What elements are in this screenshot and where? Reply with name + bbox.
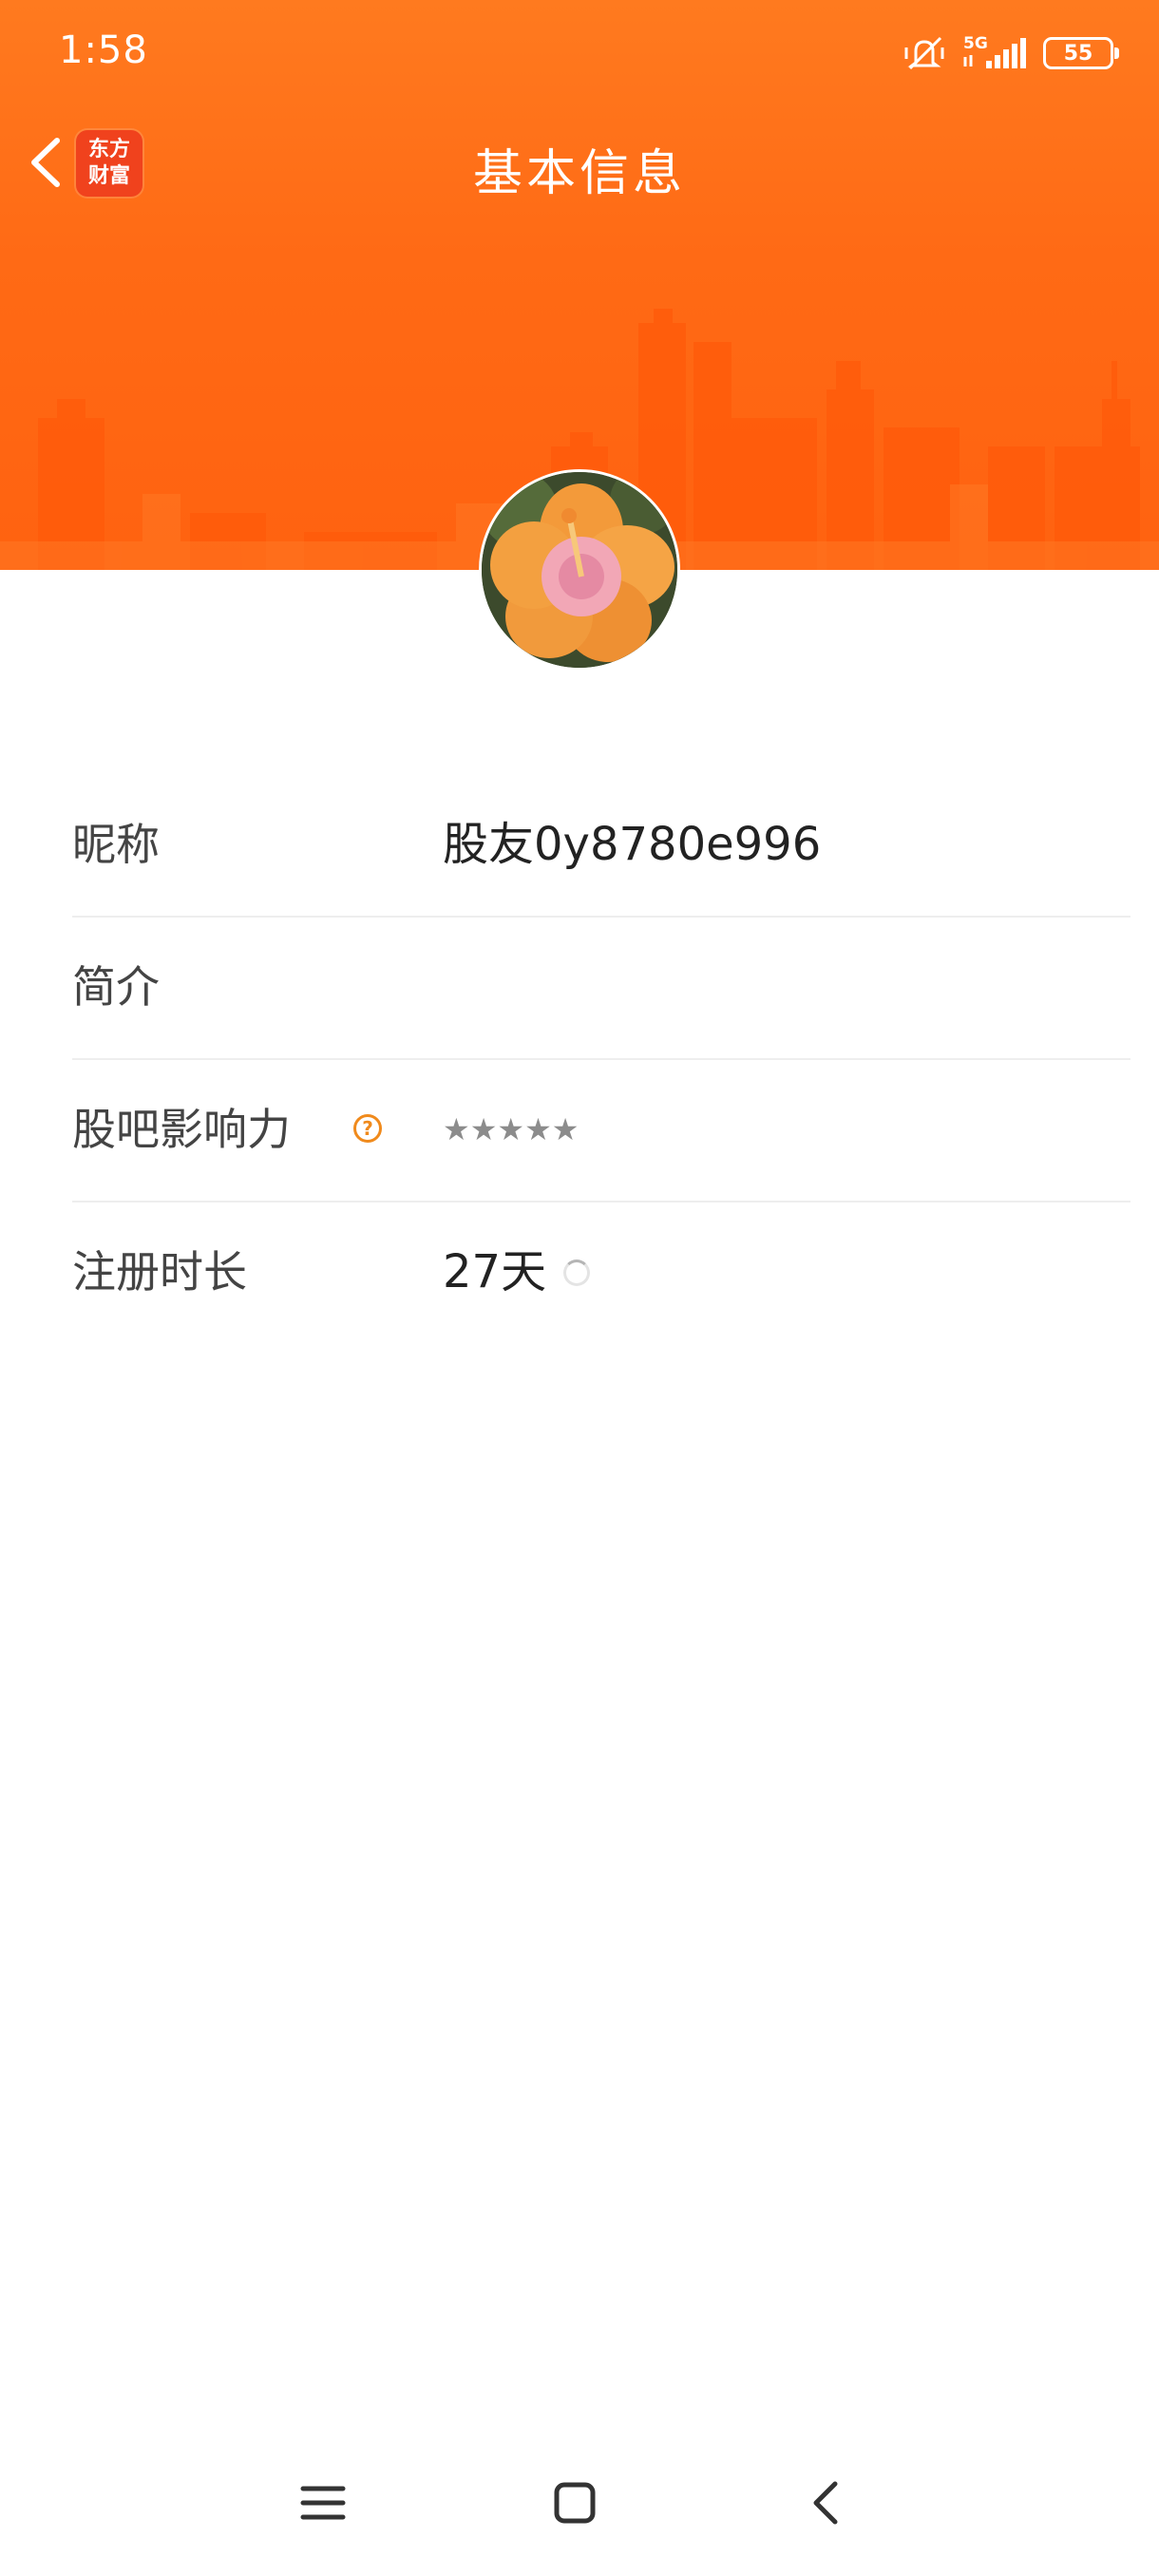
registration-value: 27天: [443, 1245, 547, 1298]
vibrate-off-icon: [904, 36, 944, 70]
bio-label: 简介: [72, 961, 160, 1013]
back-icon[interactable]: [786, 2460, 871, 2546]
nickname-value: 股友0y8780e996: [443, 818, 822, 871]
profile-row-influence[interactable]: 股吧影响力 ? ★★★★★: [72, 1058, 1130, 1203]
influence-stars: ★★★★★: [443, 1111, 580, 1147]
system-nav-bar: [0, 2432, 1159, 2576]
profile-row-bio[interactable]: 简介: [72, 916, 1130, 1060]
profile-row-nickname[interactable]: 昵称 股友0y8780e996: [72, 773, 1130, 918]
registration-label: 注册时长: [72, 1246, 247, 1297]
battery-level: 55: [1063, 41, 1093, 66]
status-time: 1:58: [59, 28, 148, 72]
avatar[interactable]: [479, 469, 680, 671]
profile-row-registration: 注册时长 27天: [72, 1201, 1130, 1343]
signal-5g-icon: 5G: [963, 34, 1026, 68]
status-icons: 5G 55: [902, 28, 1119, 78]
influence-label: 股吧影响力: [72, 1104, 291, 1155]
network-label: 5G: [963, 34, 988, 53]
menu-icon[interactable]: [280, 2460, 366, 2546]
avatar-flower-image: [482, 472, 677, 668]
status-bar: 1:58 5G 55: [0, 0, 1159, 104]
battery-icon: 55: [1043, 37, 1119, 69]
page-title: 基本信息: [472, 145, 686, 202]
home-icon[interactable]: [532, 2460, 618, 2546]
question-circle-icon[interactable]: ?: [353, 1114, 382, 1143]
loading-spinner-icon: [563, 1260, 590, 1286]
nickname-label: 昵称: [72, 819, 160, 870]
